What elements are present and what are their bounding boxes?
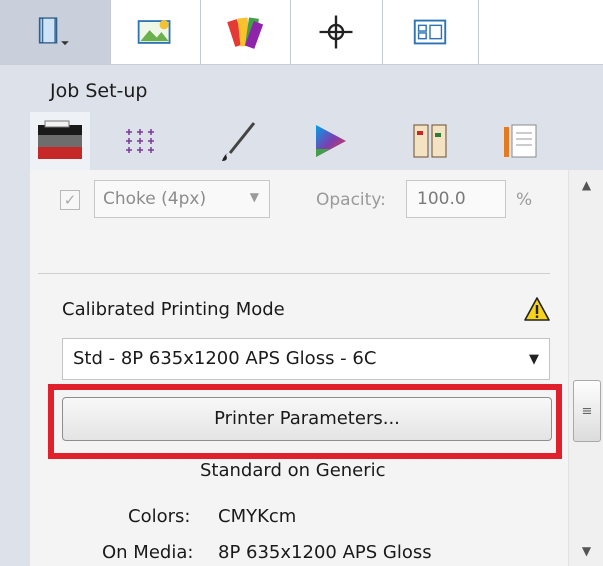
tab-printer[interactable]: [30, 112, 90, 170]
job-setup-tabs: [0, 112, 603, 170]
warning-icon[interactable]: [524, 297, 550, 321]
choke-checkbox[interactable]: ✓: [60, 190, 80, 210]
tab-brush[interactable]: [210, 112, 270, 170]
chevron-down-icon: ▼: [529, 352, 539, 367]
tab-color-management[interactable]: [300, 112, 360, 170]
job-setup-title: Job Set-up: [50, 80, 148, 102]
notes-icon: [504, 124, 537, 158]
book-icon: [413, 124, 447, 158]
choke-dropdown[interactable]: Choke (4px) ▼: [94, 180, 270, 218]
tab-job[interactable]: [0, 0, 111, 64]
brush-icon: [222, 122, 256, 161]
opacity-label: Opacity:: [316, 190, 386, 210]
job-icon: [38, 17, 69, 46]
layout-icon: [413, 19, 447, 45]
standard-on-generic: Standard on Generic: [200, 460, 386, 481]
printer-icon: [38, 120, 82, 159]
scroll-thumb[interactable]: ≡: [573, 380, 601, 442]
vertical-scrollbar[interactable]: ▲ ≡ ▼: [568, 170, 603, 566]
opacity-unit: %: [516, 190, 533, 210]
tab-layout[interactable]: [382, 0, 479, 64]
scroll-down-arrow-icon[interactable]: ▼: [569, 536, 603, 566]
section-divider: [38, 273, 550, 274]
crosshair-icon: [319, 15, 353, 49]
calibrated-mode-title: Calibrated Printing Mode: [62, 299, 285, 320]
choke-row: ✓ Choke (4px) ▼ Opacity: 100.0 %: [60, 178, 560, 220]
chevron-down-icon: ▼: [249, 190, 259, 204]
printing-mode-value: Std - 8P 635x1200 APS Gloss - 6C: [73, 348, 377, 369]
job-setup-panel: Job Set-up ▲ ≡ ▼ ✓ Choke (4px) ▼ Opacity…: [0, 0, 603, 566]
tab-marks[interactable]: [110, 112, 170, 170]
colors-value: CMYKcm: [218, 506, 297, 527]
opacity-field[interactable]: 100.0: [406, 180, 506, 218]
tab-book[interactable]: [400, 112, 460, 170]
tab-image[interactable]: [110, 0, 201, 64]
tab-registration[interactable]: [290, 0, 383, 64]
highlight-box: [48, 384, 562, 459]
top-toolbar: [0, 0, 603, 65]
media-label: On Media:: [102, 542, 194, 563]
media-value: 8P 635x1200 APS Gloss: [218, 542, 432, 563]
choke-value: Choke (4px): [103, 189, 207, 209]
color-swatch-icon: [227, 17, 264, 49]
colors-label: Colors:: [128, 506, 191, 527]
tab-notes[interactable]: [490, 112, 550, 170]
color-triangle-icon: [316, 125, 346, 157]
image-icon: [137, 20, 171, 44]
tab-color[interactable]: [200, 0, 291, 64]
scroll-up-arrow-icon[interactable]: ▲: [569, 170, 603, 200]
printing-mode-dropdown[interactable]: Std - 8P 635x1200 APS Gloss - 6C ▼: [62, 338, 550, 380]
grid-marks-icon: [126, 129, 154, 153]
